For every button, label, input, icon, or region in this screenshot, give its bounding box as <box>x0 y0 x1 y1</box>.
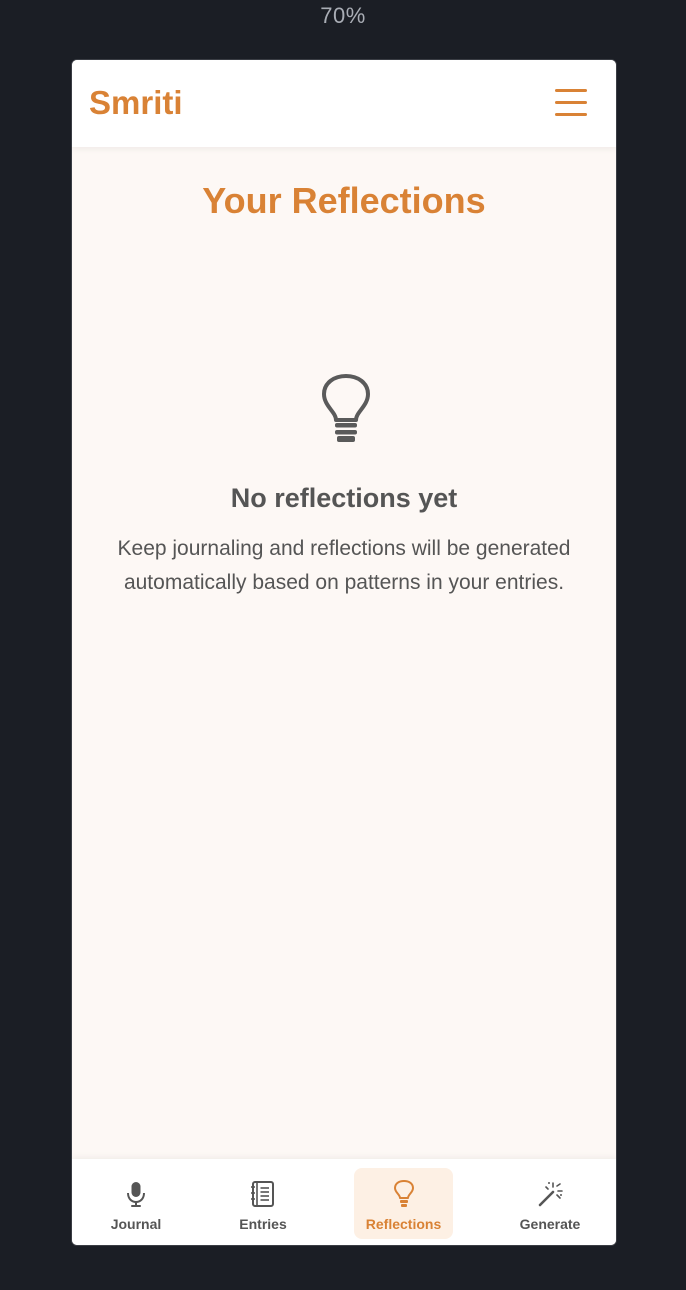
page-title: Your Reflections <box>202 180 486 221</box>
bottom-navigation: Journal Entries Reflections Generate <box>72 1159 616 1245</box>
empty-state-title: No reflections yet <box>230 483 458 513</box>
zoom-level-label: 70% <box>320 3 366 28</box>
empty-state-description: Keep journaling and reflections will be … <box>117 537 571 594</box>
magic-wand-icon <box>538 1182 563 1207</box>
lightbulb-icon <box>322 374 370 442</box>
nav-item-reflections[interactable]: Reflections <box>354 1168 453 1239</box>
nav-label-reflections: Reflections <box>365 1216 442 1232</box>
lightbulb-icon <box>393 1180 414 1207</box>
app-frame: Smriti Your Reflections No reflections y… <box>71 59 617 1246</box>
nav-item-generate[interactable]: Generate <box>498 1168 602 1239</box>
nav-label-entries: Entries <box>239 1216 287 1232</box>
brand-logo[interactable]: Smriti <box>89 84 183 122</box>
notebook-icon <box>251 1181 274 1207</box>
nav-label-generate: Generate <box>519 1216 581 1232</box>
hamburger-menu-icon[interactable] <box>553 87 589 119</box>
nav-item-journal[interactable]: Journal <box>85 1168 187 1239</box>
microphone-icon <box>127 1182 145 1207</box>
nav-label-journal: Journal <box>110 1216 162 1232</box>
app-header: Smriti <box>72 60 616 147</box>
nav-item-entries[interactable]: Entries <box>212 1168 314 1239</box>
